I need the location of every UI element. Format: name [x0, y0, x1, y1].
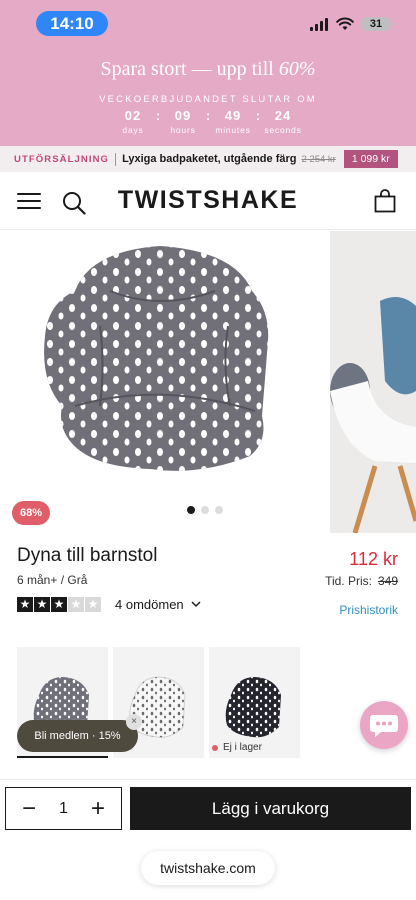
site-header: TWISTSHAKE [0, 172, 416, 230]
sale-tag: UTFÖRSÄLJNING [14, 153, 110, 165]
sale-bar[interactable]: UTFÖRSÄLJNING Lyxiga badpaketet, utgåend… [0, 146, 416, 172]
sale-text: Lyxiga badpaketet, utgående färg [122, 153, 297, 165]
rating-stars: ★ ★ ★ ★ ★ [17, 597, 101, 612]
stock-status-text: Ej i lager [223, 742, 262, 753]
address-bar[interactable]: twistshake.com [141, 851, 275, 885]
out-of-stock-dot [212, 744, 218, 751]
shopping-bag-icon[interactable] [373, 189, 397, 213]
decrease-button[interactable]: − [18, 796, 40, 821]
carousel-dot[interactable] [187, 506, 195, 514]
countdown-seconds: 24 seconds [263, 108, 303, 137]
star-icon: ★ [17, 597, 33, 612]
star-icon: ★ [34, 597, 50, 612]
member-offer-button[interactable]: Bli medlem · 15% [17, 720, 138, 752]
product-price: 112 kr [349, 549, 398, 569]
star-icon: ★ [51, 597, 67, 612]
promo-title-text: Spara stort — upp till [100, 58, 279, 80]
product-image-lifestyle[interactable] [330, 231, 416, 533]
previous-price: Tid. Pris: 349 [325, 574, 398, 588]
increase-button[interactable]: + [87, 796, 109, 821]
stock-status: Ej i lager [212, 742, 262, 753]
sale-old-price: 2 254 kr [301, 153, 336, 165]
promo-title[interactable]: Spara stort — upp till 60% [0, 58, 416, 81]
add-to-cart-button[interactable]: Lägg i varukorg [130, 787, 411, 830]
countdown-seconds-value: 24 [274, 108, 292, 123]
status-time: 14:10 [36, 11, 108, 36]
countdown-days-label: days [122, 125, 144, 135]
carousel-dot[interactable] [201, 506, 209, 514]
countdown-days-value: 02 [124, 108, 142, 123]
countdown-hours-value: 09 [174, 108, 192, 123]
countdown-separator: : [205, 108, 211, 123]
price-history-link[interactable]: Prishistorik [339, 603, 398, 617]
close-icon[interactable]: × [126, 714, 142, 730]
carousel-dot[interactable] [215, 506, 223, 514]
countdown-minutes: 49 minutes [213, 108, 253, 137]
product-image[interactable] [0, 231, 316, 533]
star-icon: ★ [68, 597, 84, 612]
carousel-dots[interactable] [187, 506, 223, 514]
countdown-separator: : [255, 108, 261, 123]
promo-title-percent: 60% [278, 58, 316, 80]
discount-badge: 68% [12, 501, 51, 525]
chevron-down-icon [191, 601, 201, 608]
countdown-days: 02 days [113, 108, 153, 137]
countdown-hours: 09 hours [163, 108, 203, 137]
countdown-minutes-value: 49 [224, 108, 242, 123]
cushion-image [44, 246, 269, 471]
product-gallery[interactable]: 68% [0, 231, 416, 533]
reviews-count: 4 omdömen [115, 597, 184, 612]
signal-icon [310, 17, 328, 31]
countdown-hours-label: hours [170, 125, 196, 135]
reviews-link[interactable]: 4 omdömen [115, 597, 201, 612]
sale-divider [115, 152, 117, 166]
countdown-minutes-label: minutes [215, 125, 251, 135]
wifi-icon [336, 17, 354, 30]
quantity-value[interactable]: 1 [59, 800, 68, 818]
product-variant: 6 mån+ / Grå [17, 573, 88, 587]
chat-bubble-icon [370, 715, 398, 737]
previous-price-label: Tid. Pris: [325, 574, 372, 588]
promo-subtitle: VECKOERBJUDANDET SLUTAR OM [99, 94, 317, 105]
chat-button[interactable] [360, 701, 408, 749]
battery-icon: 31 [362, 17, 393, 31]
previous-price-value: 349 [377, 574, 398, 588]
status-icons: 31 [310, 15, 393, 33]
product-title: Dyna till barnstol [17, 545, 158, 566]
sale-price: 1 099 kr [343, 150, 398, 168]
brand-logo[interactable]: TWISTSHAKE [0, 186, 416, 215]
countdown-seconds-label: seconds [264, 125, 302, 135]
lifestyle-image [330, 231, 416, 533]
countdown: 02 days : 09 hours : 49 minutes : 24 sec… [0, 108, 416, 137]
divider [0, 779, 416, 780]
star-icon: ★ [85, 597, 101, 612]
countdown-separator: : [155, 108, 161, 123]
quantity-stepper: − 1 + [5, 787, 122, 830]
